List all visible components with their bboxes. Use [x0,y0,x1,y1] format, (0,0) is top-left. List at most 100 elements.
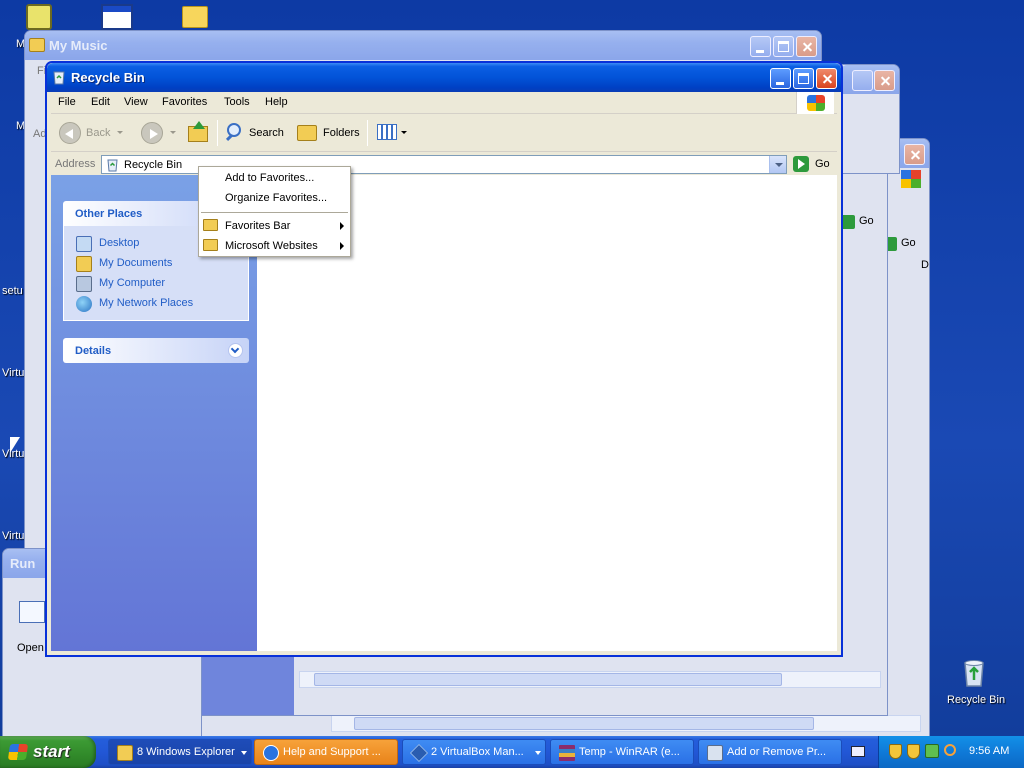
minimize-button[interactable] [770,68,791,89]
group-dropdown-icon [241,751,247,755]
close-button[interactable] [796,36,817,57]
menu-item-organize-favorites[interactable]: Organize Favorites... [199,188,350,208]
views-button[interactable] [373,120,409,146]
menu-favorites[interactable]: Favorites [162,96,207,108]
winxp-logo-icon [796,92,834,114]
other-place-my-documents[interactable]: My Documents [64,254,248,274]
close-button[interactable] [816,68,837,89]
network-icon[interactable] [925,744,939,758]
search-tray-icon[interactable] [944,744,956,756]
chevron-down-icon [775,163,783,167]
maximize-button[interactable] [773,36,794,57]
menu-item-microsoft-websites[interactable]: Microsoft Websites [199,236,350,256]
menu-separator [201,212,348,213]
menu-view[interactable]: View [124,96,148,108]
folder-icon [117,745,133,761]
other-place-label: My Documents [99,257,173,269]
go-label: Go [815,158,830,170]
scrollbar-thumb[interactable] [354,717,814,730]
chevron-down-icon[interactable] [228,343,243,358]
go-button[interactable]: Go [883,235,929,253]
taskbar-item-virtualbox[interactable]: 2 VirtualBox Man... [402,739,546,765]
help-icon [263,745,279,761]
address-dropdown-button[interactable] [769,156,786,173]
other-place-my-network-places[interactable]: My Network Places [64,294,248,314]
taskbar-item-label: Temp - WinRAR (e... [579,746,680,758]
taskbar-item-windows-explorer[interactable]: 8 Windows Explorer [108,739,252,765]
virtualbox-icon [409,743,429,763]
menu-edit[interactable]: Edit [91,96,110,108]
back-dropdown-icon[interactable] [117,131,123,134]
recycle-bin-desktop-label[interactable]: Recycle Bin [947,694,1005,706]
search-button[interactable]: Search [223,120,287,146]
details-panel: Details [63,338,249,363]
folder-icon [203,219,218,231]
go-button[interactable]: Go [791,154,833,174]
menu-item-favorites-bar[interactable]: Favorites Bar [199,216,350,236]
menu-bar: File Edit View Favorites Tools Help [51,92,837,114]
maximize-button[interactable] [852,70,873,91]
windows-logo-icon [7,744,29,760]
taskbar-item-label: 8 Windows Explorer [137,746,235,758]
menu-help[interactable]: Help [265,96,288,108]
close-button[interactable] [904,144,925,165]
folders-button[interactable]: Folders [293,120,361,146]
title-bar[interactable] [47,63,841,92]
menu-item-add-to-favorites[interactable]: Add to Favorites... [199,168,350,188]
security-shield-icon[interactable] [907,744,920,759]
recycle-bin-address-icon [106,157,119,172]
recycle-bin-desktop-icon[interactable] [958,656,990,688]
window-title: Recycle Bin [71,70,145,85]
menu-file[interactable]: File [58,96,76,108]
taskbar: start 8 Windows Explorer Help and Suppor… [0,736,1024,768]
desktop-folder-icon[interactable] [182,6,208,28]
other-place-my-computer[interactable]: My Computer [64,274,248,294]
back-button[interactable]: Back [55,120,123,146]
forward-button[interactable] [137,120,177,146]
address-bar: Address Recycle Bin Go [51,153,837,175]
start-label: start [33,742,70,761]
clock[interactable]: 9:56 AM [969,745,1009,757]
network-places-icon [76,296,92,312]
start-button[interactable]: start [0,736,96,768]
folders-icon [297,125,317,141]
minimize-button[interactable] [750,36,771,57]
go-label: Go [859,215,874,227]
list-header-fragment: D [921,259,929,271]
desktop-icon [76,236,92,252]
desktop-label[interactable]: setu [2,285,23,297]
scrollbar-thumb[interactable] [314,673,782,686]
taskbar-item-help-and-support[interactable]: Help and Support ... [254,739,398,765]
keyboard-layout-icon[interactable] [851,746,865,757]
security-shield-icon[interactable] [889,744,902,759]
forward-dropdown-icon[interactable] [170,131,176,134]
taskbar-item-winrar[interactable]: Temp - WinRAR (e... [550,739,694,765]
other-place-label: My Computer [99,277,166,289]
background-window-2[interactable] [840,64,900,174]
views-icon [377,124,397,140]
toolbar: Back Search Folders [51,114,837,152]
go-button[interactable]: Go [841,213,887,231]
close-button[interactable] [874,70,895,91]
recycle-bin-title-icon [52,69,66,85]
recycle-bin-window[interactable]: Recycle Bin File Edit View Favorites Too… [45,61,843,657]
taskbar-item-add-remove-programs[interactable]: Add or Remove Pr... [698,739,842,765]
desktop-window-icon[interactable] [101,4,133,30]
horizontal-scrollbar[interactable] [299,671,881,688]
desktop-shortcut-icon[interactable] [26,4,52,30]
add-remove-icon [707,745,723,761]
address-label: Address [55,158,96,170]
window-title: My Music [49,38,108,53]
maximize-button[interactable] [793,68,814,89]
details-header[interactable]: Details [63,338,249,363]
desktop-label[interactable]: Virtu [2,530,24,542]
views-dropdown-icon [401,131,407,134]
other-place-label: My Network Places [99,297,194,309]
menu-tools[interactable]: Tools [224,96,250,108]
title-bar[interactable] [25,31,821,60]
forward-arrow-icon [141,122,163,144]
up-folder-button[interactable] [185,120,213,146]
back-label: Back [86,127,111,139]
horizontal-scrollbar[interactable] [331,715,921,732]
desktop-label[interactable]: Virtu [2,367,24,379]
